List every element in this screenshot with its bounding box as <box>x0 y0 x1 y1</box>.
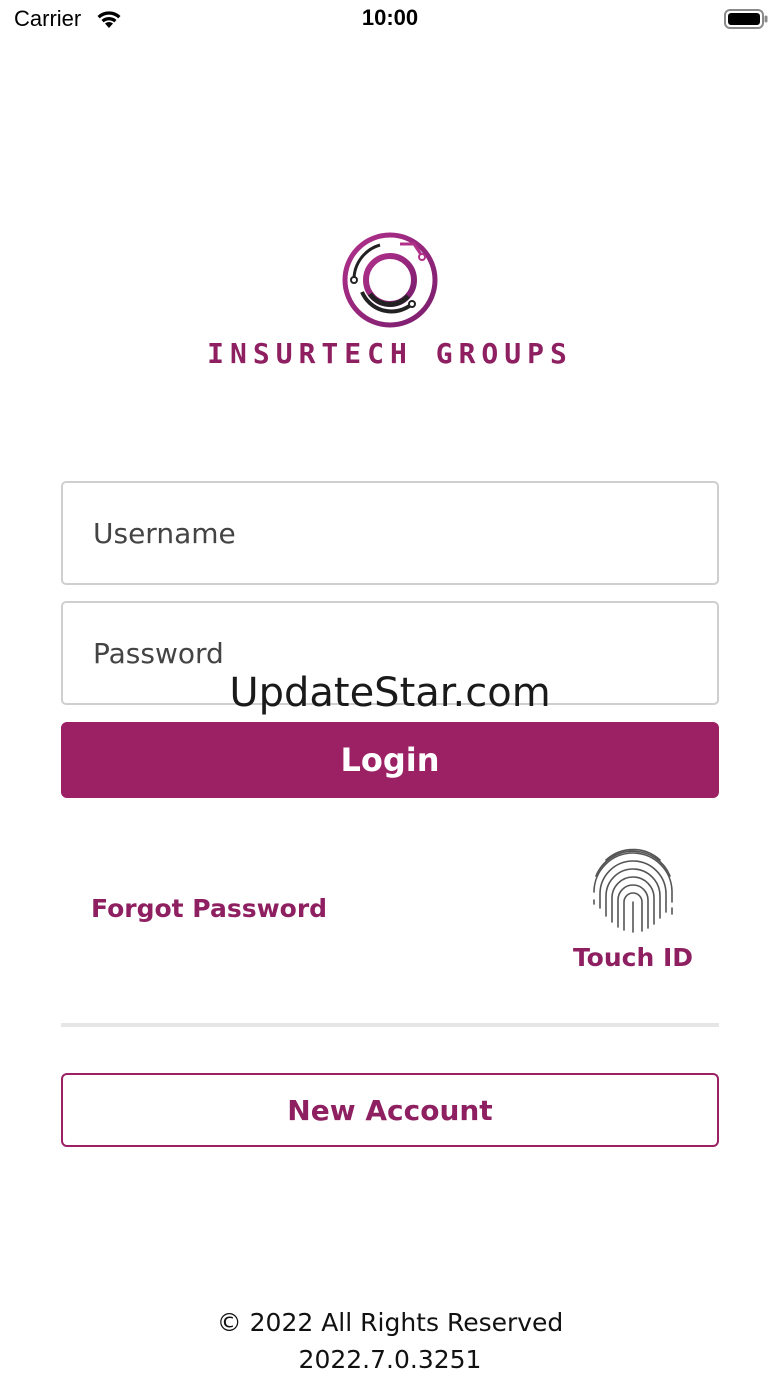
touch-id-label: Touch ID <box>572 943 694 972</box>
version-text: 2022.7.0.3251 <box>298 1345 482 1374</box>
new-account-button[interactable]: New Account <box>61 1073 719 1147</box>
login-button[interactable]: Login <box>61 722 719 798</box>
divider <box>61 1023 719 1027</box>
forgot-password-link[interactable]: Forgot Password <box>91 894 327 923</box>
password-input[interactable] <box>61 601 719 705</box>
circuit-ring-logo-icon <box>342 232 438 328</box>
brand-name: INSURTECH GROUPS <box>207 337 573 370</box>
fingerprint-icon <box>593 848 673 933</box>
copyright-text: © 2022 All Rights Reserved <box>216 1308 564 1337</box>
username-input[interactable] <box>61 481 719 585</box>
status-time: 10:00 <box>361 5 419 30</box>
status-bar: Carrier 10:00 <box>0 0 780 40</box>
touch-id-button[interactable]: Touch ID <box>566 840 700 980</box>
battery-full-icon <box>724 9 768 29</box>
